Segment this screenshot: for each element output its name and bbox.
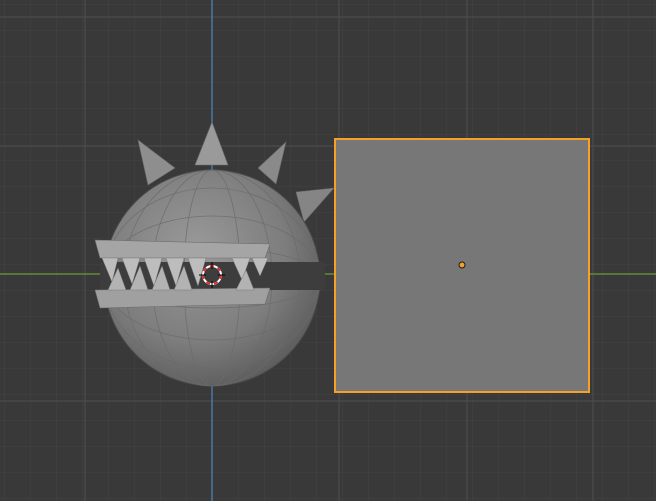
3d-viewport[interactable]	[0, 0, 656, 501]
square-plane-mesh[interactable]	[334, 138, 590, 393]
object-origin-dot	[458, 261, 466, 269]
viewport-canvas[interactable]	[0, 0, 656, 501]
